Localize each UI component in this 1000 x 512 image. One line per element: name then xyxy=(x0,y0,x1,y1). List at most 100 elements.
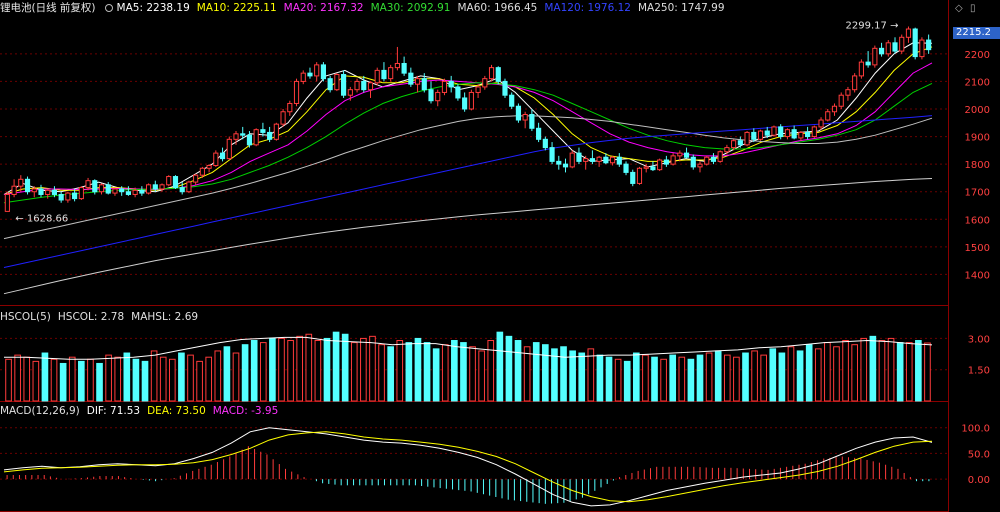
candle-body xyxy=(636,167,643,184)
stock-chart[interactable]: 1400 1500 1600 1700 1800 1900 2000 2100 2200 2299… xyxy=(0,0,1000,512)
candle-body xyxy=(105,184,111,194)
grid-lines xyxy=(0,0,949,512)
candle-body xyxy=(381,69,387,80)
hscol-bar xyxy=(196,360,203,402)
candle-body xyxy=(24,178,31,193)
candle-body xyxy=(670,155,676,165)
candle-body xyxy=(367,82,374,91)
price-tick-label: 1700 xyxy=(965,188,990,199)
hscol-bar xyxy=(924,342,931,402)
hscol-bar xyxy=(132,358,140,402)
hscol-bar xyxy=(760,354,768,402)
candle-body xyxy=(731,140,737,149)
moving-average-lines xyxy=(3,42,933,295)
candle-body xyxy=(435,91,441,102)
candle-body xyxy=(462,97,468,110)
hscol-bar xyxy=(32,360,40,402)
hscol-tick-label: 3.00 xyxy=(968,334,990,345)
candle-body xyxy=(549,147,555,162)
candle-body xyxy=(307,72,313,77)
hscol-bar xyxy=(733,356,740,402)
macd-tick-label: 50.0 xyxy=(968,449,990,460)
candle-body xyxy=(166,176,172,186)
hscol-bar xyxy=(123,352,131,402)
mahsl-value: MAHSL: 2.69 xyxy=(131,311,199,323)
candle-body xyxy=(65,192,71,201)
candle-body xyxy=(139,189,145,194)
candle-body xyxy=(657,159,663,171)
hscol-bar xyxy=(460,342,467,402)
hscol-tick-label: 1.50 xyxy=(968,366,990,377)
high-price-annotation: 2299.17 → xyxy=(846,21,899,32)
hscol-bar xyxy=(678,356,686,402)
candle-body xyxy=(609,156,616,164)
candle-body xyxy=(374,69,380,84)
candle-body xyxy=(515,105,522,121)
hscol-bar xyxy=(105,354,112,402)
candle-body xyxy=(287,102,293,113)
hscol-bar xyxy=(423,342,431,402)
hscol-bar xyxy=(451,340,458,402)
candle-body xyxy=(414,78,421,85)
candle-body xyxy=(455,86,461,99)
hscol-bar xyxy=(796,350,804,402)
hscol-bar xyxy=(605,356,613,402)
hscol-bar xyxy=(805,344,813,402)
hscol-bar xyxy=(532,342,540,402)
candle-body xyxy=(885,42,891,55)
candle-body xyxy=(219,152,226,160)
window-icon[interactable]: ▯ xyxy=(970,3,976,14)
candle-body xyxy=(293,80,300,104)
hscol-bar xyxy=(824,342,831,402)
hscol-bar xyxy=(23,356,31,402)
settings-circle-icon[interactable] xyxy=(104,4,113,12)
hscol-bar xyxy=(469,346,476,402)
main-legend: 锂电池(日线 前复权) MA5: 2238.19 MA10: 2225.11 MA20… xyxy=(0,1,732,15)
hscol-bar xyxy=(496,331,504,402)
price-tick-label: 2000 xyxy=(965,105,990,116)
hscol-bar xyxy=(96,362,103,402)
candle-body xyxy=(690,156,696,168)
candle-body xyxy=(172,176,179,189)
candle-body xyxy=(831,105,838,113)
candle-body xyxy=(361,80,367,91)
candle-body xyxy=(468,91,474,110)
candle-body xyxy=(724,147,730,153)
candle-body xyxy=(623,163,629,173)
candle-body xyxy=(899,36,905,52)
candle-body xyxy=(878,47,885,55)
hscol-bar xyxy=(5,358,12,402)
candle-body xyxy=(213,152,219,167)
hscol-bar xyxy=(915,340,922,402)
hscol-bar xyxy=(205,356,213,402)
hscol-bar xyxy=(578,352,586,402)
candle-body xyxy=(683,152,690,158)
candle-body xyxy=(562,163,569,168)
hscol-bar xyxy=(159,356,167,402)
macd-title: MACD(12,26,9) xyxy=(0,405,80,417)
hscol-bar xyxy=(278,337,285,402)
hscol-bar xyxy=(814,348,822,402)
candle-body xyxy=(778,126,784,138)
hscol-bar xyxy=(287,340,294,402)
candle-body xyxy=(388,67,394,80)
ma60-label: MA60: 1966.45 xyxy=(457,2,538,14)
hscol-bar xyxy=(41,352,49,402)
hscol-bar xyxy=(751,350,758,402)
candle-body xyxy=(536,127,542,140)
hscol-bar xyxy=(360,337,367,402)
hscol-bar xyxy=(742,352,749,402)
candle-body xyxy=(643,166,649,169)
candle-body xyxy=(697,163,703,168)
candle-body xyxy=(818,119,824,128)
dif-value: DIF: 71.53 xyxy=(86,405,141,417)
candle-body xyxy=(630,171,636,184)
candle-body xyxy=(764,130,770,136)
price-tick-label: 1900 xyxy=(965,133,990,144)
candle-body xyxy=(704,156,710,165)
hscol-bar xyxy=(59,362,67,402)
diamond-icon[interactable]: ◇ xyxy=(955,3,963,14)
hscol-bar xyxy=(396,340,404,402)
candle-body xyxy=(226,138,232,160)
hscol-bar xyxy=(569,350,576,402)
